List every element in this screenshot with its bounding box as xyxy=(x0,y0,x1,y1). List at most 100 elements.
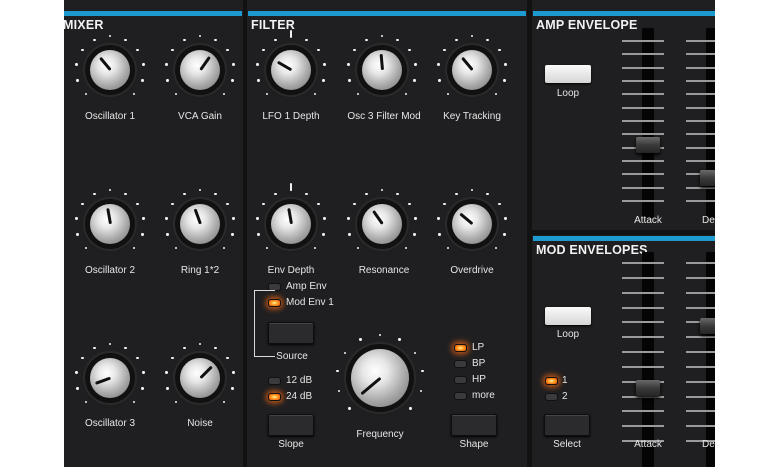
frequency-knob[interactable] xyxy=(334,332,426,424)
osc-3-filter-mod-knob[interactable] xyxy=(345,33,419,107)
lfo-1-depth-knob[interactable] xyxy=(254,33,328,107)
knob-scale-dot xyxy=(75,63,78,66)
oscillator-1-knob[interactable] xyxy=(73,33,147,107)
slider-tick-mark xyxy=(686,106,715,109)
shape-option-lp: LP xyxy=(472,342,485,353)
slope-label: Slope xyxy=(278,439,304,450)
knob-scale-dot xyxy=(317,48,320,52)
knob-scale-dot xyxy=(353,202,356,206)
slope-button[interactable] xyxy=(268,414,314,436)
knob-scale-dot xyxy=(124,192,127,195)
frequency-label: Frequency xyxy=(356,429,404,440)
amp-attack-slider-track[interactable] xyxy=(642,28,654,218)
knob-scale-dot xyxy=(81,356,84,360)
knob-scale-dot xyxy=(348,79,351,82)
key-tracking-knob[interactable] xyxy=(435,33,509,107)
knob-scale-dot xyxy=(470,188,474,192)
mod-loop-button[interactable] xyxy=(545,307,591,325)
knob-scale-dot xyxy=(380,34,384,38)
mod-attack-slider-track[interactable] xyxy=(642,252,654,467)
mod-attack-slider-handle[interactable] xyxy=(636,380,660,396)
oscillator-2-knob[interactable] xyxy=(73,187,147,261)
slider-tick-mark xyxy=(686,351,715,353)
vca-gain-label: VCA Gain xyxy=(178,111,222,122)
ring-mod-knob[interactable] xyxy=(163,187,237,261)
filter-section-bar xyxy=(248,11,526,16)
knob-scale-dot xyxy=(214,346,217,349)
mod-select-label: Select xyxy=(553,439,581,450)
knob-scale-dot xyxy=(313,246,317,250)
shape-button[interactable] xyxy=(451,414,497,436)
knob-scale-dot xyxy=(198,342,202,346)
mod-select-button[interactable] xyxy=(544,414,590,436)
env-depth-knob[interactable] xyxy=(254,187,328,261)
noise-knob[interactable] xyxy=(163,341,237,415)
knob-scale-dot xyxy=(396,192,399,195)
slider-tick-mark xyxy=(622,306,664,309)
knob-scale-dot xyxy=(348,407,351,410)
mod-decay-label: Dec xyxy=(702,439,715,450)
amp-loop-button[interactable] xyxy=(545,65,591,83)
mod-decay-slider-track[interactable] xyxy=(706,252,715,467)
slider-tick-mark xyxy=(622,93,664,96)
knob-scale-dot xyxy=(124,38,127,41)
knob-scale-dot xyxy=(413,351,416,354)
overdrive-knob[interactable] xyxy=(435,187,509,261)
knob-scale-dot xyxy=(404,92,408,96)
vca-gain-knob[interactable] xyxy=(163,33,237,107)
slider-tick-mark xyxy=(686,262,715,264)
slider-tick-mark xyxy=(686,93,715,96)
knob-scale-dot xyxy=(323,63,326,66)
knob-scale-dot xyxy=(344,351,347,354)
slider-tick-mark xyxy=(686,133,715,136)
oscillator-3-knob[interactable] xyxy=(73,341,147,415)
amp-envelope-section-bar xyxy=(533,11,715,16)
knob-scale-dot xyxy=(141,79,144,82)
knob-scale-dot xyxy=(289,34,293,38)
knob-scale-dot xyxy=(132,92,136,96)
knob-scale-dot xyxy=(132,246,136,250)
mod-select-led-2 xyxy=(545,393,558,401)
knob-scale-dot xyxy=(198,188,202,192)
knob-scale-dot xyxy=(108,342,112,346)
shape-led-lp xyxy=(454,344,467,352)
knob-scale-dot xyxy=(446,92,450,96)
knob-scale-dot xyxy=(265,92,269,96)
synth-panel: MIXER FILTER AMP ENVELOPE MOD ENVELOPES … xyxy=(64,0,715,467)
knob-scale-dot xyxy=(409,407,412,410)
amp-decay-slider-handle[interactable] xyxy=(700,170,715,186)
amp-decay-slider-track[interactable] xyxy=(706,28,715,218)
knob-scale-dot xyxy=(222,92,226,96)
knob-scale-dot xyxy=(222,400,226,404)
resonance-knob[interactable] xyxy=(345,187,419,261)
knob-scale-dot xyxy=(76,79,79,82)
knob-scale-dot xyxy=(486,192,489,195)
slider-tick-mark xyxy=(622,276,664,279)
slider-tick-mark xyxy=(622,262,664,264)
slider-tick-mark xyxy=(622,291,664,294)
knob-scale-dot xyxy=(414,217,417,220)
knob-scale-dot xyxy=(413,233,416,236)
knob-scale-dot xyxy=(226,48,229,52)
knob-scale-dot xyxy=(108,34,112,38)
slider-tick-mark xyxy=(686,425,715,428)
amp-attack-slider-handle[interactable] xyxy=(636,137,660,153)
knob-scale-dot xyxy=(231,79,234,82)
knob-scale-dot xyxy=(413,79,416,82)
knob-scale-dot xyxy=(171,356,174,360)
slider-tick-mark xyxy=(622,106,664,109)
knob-scale-dot xyxy=(289,188,293,192)
knob-scale-dot xyxy=(142,371,145,374)
knob-scale-dot xyxy=(226,356,229,360)
mod-select-led-1 xyxy=(545,377,558,385)
knob-scale-dot xyxy=(274,38,277,41)
knob-scale-dot xyxy=(323,217,326,220)
knob-scale-dot xyxy=(262,202,265,206)
noise-label: Noise xyxy=(187,418,213,429)
mod-decay-slider-handle[interactable] xyxy=(700,318,715,334)
knob-scale-dot xyxy=(232,371,235,374)
knob-scale-dot xyxy=(84,92,88,96)
slider-tick-mark xyxy=(686,120,715,122)
knob-scale-dot xyxy=(443,48,446,52)
knob-scale-dot xyxy=(408,48,411,52)
